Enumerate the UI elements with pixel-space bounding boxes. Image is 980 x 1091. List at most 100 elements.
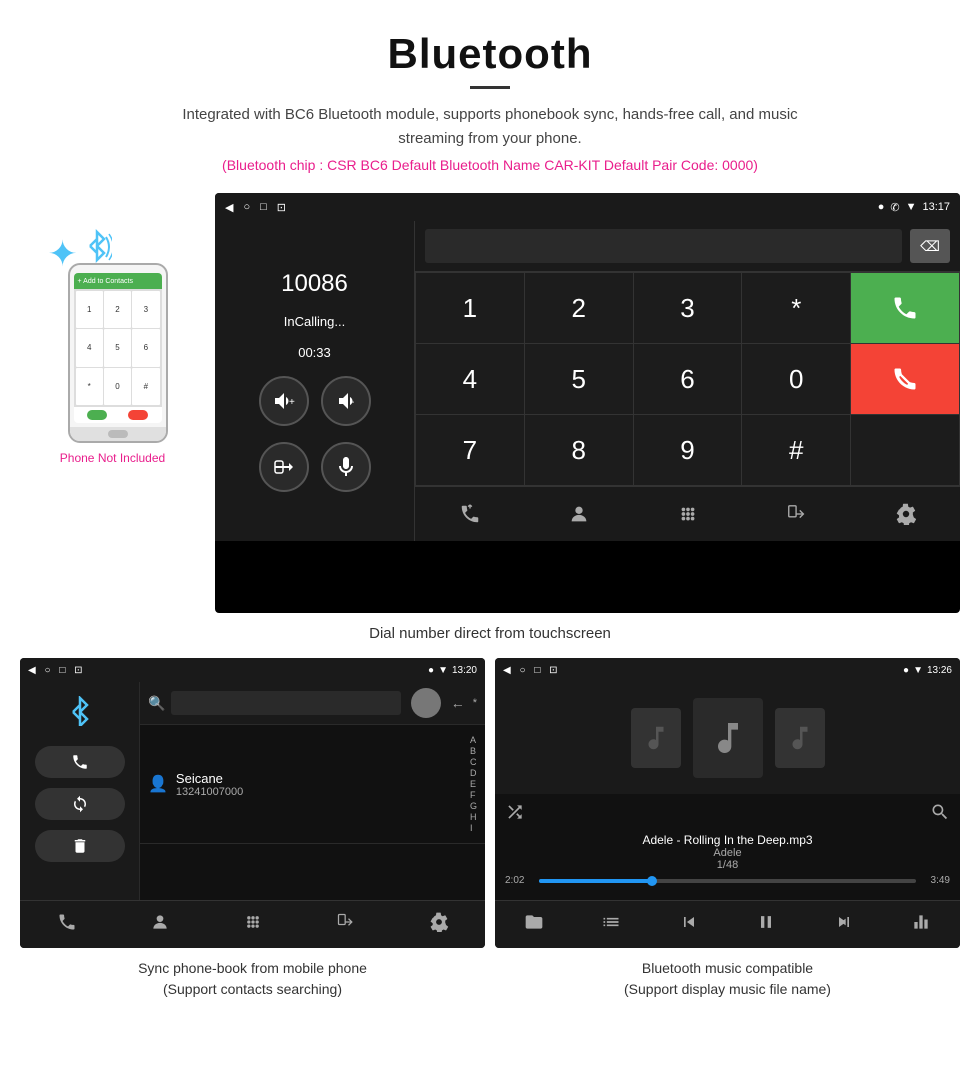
music-controls-section: Adele - Rolling In the Deep.mp3 Adele 1/… — [495, 794, 960, 900]
pb-back-arrow[interactable]: ← — [451, 695, 465, 711]
ms-recent-icon: □ — [534, 665, 540, 676]
key-1[interactable]: 1 — [416, 273, 524, 343]
pb-home-icon: ○ — [44, 665, 50, 676]
keypad-nav-icon[interactable] — [668, 494, 708, 534]
pb-asterisk: * — [473, 697, 477, 709]
contact-number: 13241007000 — [176, 786, 243, 798]
ms-folder-icon[interactable] — [524, 912, 544, 937]
music-artist: Adele — [505, 847, 950, 859]
contacts-nav-icon[interactable] — [559, 494, 599, 534]
phone-key-5: 5 — [104, 329, 131, 366]
pb-phone-nav-icon[interactable] — [57, 912, 77, 937]
pb-keypad-nav-icon[interactable] — [243, 912, 263, 937]
call-button[interactable] — [851, 273, 959, 343]
music-bottom-bar — [495, 900, 960, 948]
header-specs: (Bluetooth chip : CSR BC6 Default Blueto… — [20, 157, 960, 173]
phone-key-6: 6 — [132, 329, 159, 366]
location-icon: ● — [878, 201, 885, 213]
music-screenshot: ◀ ○ □ ⊡ ● ▼ 13:26 — [495, 658, 960, 948]
ms-equalizer-icon[interactable] — [911, 912, 931, 937]
pb-transfer-nav-icon[interactable] — [336, 912, 356, 937]
contact-info: Seicane 13241007000 — [176, 771, 243, 798]
key-4[interactable]: 4 — [416, 344, 524, 414]
ms-play-pause-icon[interactable] — [756, 912, 776, 937]
key-7[interactable]: 7 — [416, 415, 524, 485]
phonebook-statusbar: ◀ ○ □ ⊡ ● ▼ 13:20 — [20, 658, 485, 682]
statusbar-nav-icons: ◀ ○ □ ⊡ — [225, 201, 286, 214]
alpha-d: D — [470, 768, 477, 778]
dial-input-display[interactable] — [425, 229, 902, 263]
music-progress-fill — [539, 879, 652, 883]
ms-home-icon: ○ — [519, 665, 525, 676]
ms-prev-icon[interactable] — [679, 912, 699, 937]
ms-list-icon[interactable] — [601, 912, 621, 937]
signal-icon: ▼ — [906, 201, 917, 213]
key-9[interactable]: 9 — [634, 415, 742, 485]
phone-key-4: 4 — [76, 329, 103, 366]
call-icon: ✆ — [890, 201, 899, 214]
pb-settings-nav-icon[interactable] — [429, 912, 449, 937]
title-divider — [470, 86, 510, 89]
alpha-e: E — [470, 779, 477, 789]
album-art-small-left — [631, 708, 681, 768]
phone-topbar: + Add to Contacts — [74, 273, 162, 289]
phonebook-sidebar — [20, 682, 140, 900]
music-search-icon[interactable] — [930, 802, 950, 827]
dial-status: InCalling... — [284, 314, 345, 329]
volume-down-button[interactable]: - — [321, 376, 371, 426]
music-time-total: 3:49 — [922, 875, 950, 886]
settings-nav-icon[interactable] — [886, 494, 926, 534]
key-0[interactable]: 0 — [742, 344, 850, 414]
transfer-nav-icon[interactable] — [777, 494, 817, 534]
music-progress-bar[interactable] — [539, 879, 916, 883]
pb-bluetooth-icon — [67, 696, 93, 732]
key-3[interactable]: 3 — [634, 273, 742, 343]
volume-up-button[interactable]: + — [259, 376, 309, 426]
music-track-count: 1/48 — [505, 859, 950, 871]
key-hash[interactable]: # — [742, 415, 850, 485]
ms-nav-icons: ◀ ○ □ ⊡ — [503, 665, 558, 676]
home-icon: ○ — [243, 201, 250, 214]
back-icon: ◀ — [225, 201, 233, 214]
key-2[interactable]: 2 — [525, 273, 633, 343]
end-call-button[interactable] — [851, 344, 959, 414]
music-time-current: 2:02 — [505, 875, 533, 886]
svg-text:-: - — [351, 397, 354, 408]
transfer-button[interactable] — [259, 442, 309, 492]
key-8[interactable]: 8 — [525, 415, 633, 485]
album-art-small-right — [775, 708, 825, 768]
dial-control-buttons: + - — [259, 376, 371, 426]
pb-delete-button[interactable] — [35, 830, 125, 862]
key-5[interactable]: 5 — [525, 344, 633, 414]
dial-bottom-bar — [415, 486, 960, 541]
phone-key-3: 3 — [132, 291, 159, 328]
alpha-index: A B C D E F G H I — [470, 735, 477, 833]
phone-screen: + Add to Contacts 1 2 3 4 5 6 * 0 # — [74, 273, 162, 423]
dial-extra-buttons — [259, 442, 371, 492]
recent-icon: □ — [260, 201, 267, 214]
pb-call-button[interactable] — [35, 746, 125, 778]
pb-dot-button[interactable] — [411, 688, 441, 718]
pb-back-icon: ◀ — [28, 665, 36, 676]
ms-next-icon[interactable] — [834, 912, 854, 937]
pb-search-input[interactable] — [171, 691, 400, 715]
pb-contacts-nav-icon[interactable] — [150, 912, 170, 937]
shuffle-icon[interactable] — [505, 802, 525, 827]
music-progress-row: 2:02 3:49 — [505, 875, 950, 886]
key-star[interactable]: * — [742, 273, 850, 343]
phone-mockup: + Add to Contacts 1 2 3 4 5 6 * 0 # — [68, 263, 168, 443]
alpha-g: G — [470, 801, 477, 811]
page-header: Bluetooth Integrated with BC6 Bluetooth … — [0, 0, 980, 183]
phone-nav-icon[interactable] — [450, 494, 490, 534]
key-6[interactable]: 6 — [634, 344, 742, 414]
phone-key-0: 0 — [104, 368, 131, 405]
pb-refresh-button[interactable] — [35, 788, 125, 820]
bottom-screenshots-row: ◀ ○ □ ⊡ ● ▼ 13:20 — [0, 658, 980, 948]
pb-time: 13:20 — [452, 665, 477, 676]
dial-statusbar: ◀ ○ □ ⊡ ● ✆ ▼ 13:17 — [215, 193, 960, 221]
phonebook-contact-row[interactable]: 👤 Seicane 13241007000 A B C D E — [140, 725, 485, 844]
phone-key-star: * — [76, 368, 103, 405]
contact-person-icon: 👤 — [148, 774, 168, 794]
mute-button[interactable] — [321, 442, 371, 492]
backspace-button[interactable]: ⌫ — [910, 229, 950, 263]
